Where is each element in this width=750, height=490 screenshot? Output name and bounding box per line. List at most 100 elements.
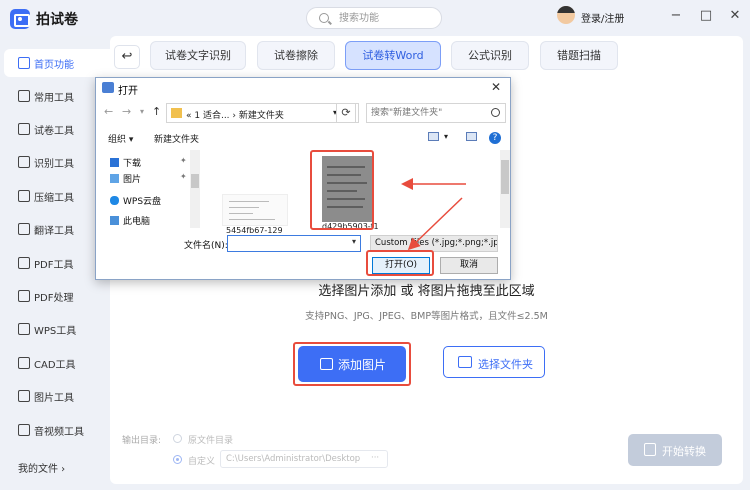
scan-icon (18, 156, 30, 168)
tab-formula-recognition[interactable]: 公式识别 (451, 41, 529, 70)
tab-exam-text-recognition[interactable]: 试卷文字识别 (150, 41, 246, 70)
app-name: 拍试卷 (36, 12, 78, 28)
close-button[interactable]: ✕ (725, 6, 745, 26)
organize-menu[interactable]: 组织 ▾ (108, 132, 133, 145)
filename-input[interactable] (227, 235, 361, 252)
my-files-link[interactable]: 我的文件 › (18, 460, 65, 475)
view-dropdown-icon[interactable]: ▾ (444, 132, 448, 141)
dialog-close-button[interactable]: ✕ (491, 80, 501, 94)
drop-zone-title: 选择图片添加 或 将图片拖拽至此区域 (318, 284, 535, 299)
tree-item-label: WPS云盘 (123, 197, 162, 207)
convert-icon (644, 443, 656, 456)
tree-scroll-thumb[interactable] (191, 174, 199, 188)
files-scroll-thumb[interactable] (501, 160, 509, 194)
sidebar-item-label: 首页功能 (34, 60, 74, 71)
login-link[interactable]: 登录/注册 (581, 10, 624, 25)
video-icon (18, 424, 30, 436)
tree-item-label: 下载 (123, 159, 142, 169)
output-dir-label: 输出目录: (122, 436, 162, 446)
tree-item-wps-cloud[interactable]: WPS云盘 (110, 194, 161, 207)
help-icon[interactable]: ? (489, 132, 501, 144)
sidebar-item-pdf-process[interactable]: PDF处理 (4, 282, 116, 310)
source-dir-label: 原文件目录 (188, 436, 234, 446)
custom-dir-label: 自定义 (188, 457, 216, 467)
sidebar-item-label: PDF工具 (34, 260, 74, 271)
tree-item-label: 此电脑 (123, 217, 151, 227)
source-dir-radio[interactable] (173, 434, 182, 443)
sidebar-item-home[interactable]: 首页功能 (4, 49, 116, 77)
address-path: « 1 适合... › 新建文件夹 (186, 111, 284, 121)
sidebar-item-label: 翻译工具 (34, 226, 74, 237)
tree-item-label: 图片 (123, 175, 142, 185)
file-thumbnail[interactable] (222, 194, 288, 226)
tab-exam-erase[interactable]: 试卷擦除 (257, 41, 335, 70)
folder-icon (171, 108, 182, 118)
nav-back-icon[interactable]: ← (104, 105, 113, 118)
sidebar-item-label: PDF处理 (34, 293, 74, 304)
view-mode-icon[interactable] (428, 132, 439, 141)
address-bar[interactable]: « 1 适合... › 新建文件夹 ▾ (166, 103, 359, 123)
sidebar-item-image-tools[interactable]: 图片工具 (4, 382, 116, 410)
avatar[interactable] (557, 6, 575, 24)
files-scrollbar[interactable] (500, 150, 510, 228)
select-folder-button[interactable]: 选择文件夹 (443, 346, 545, 378)
preview-pane-icon[interactable] (466, 132, 477, 141)
nav-recent-icon[interactable]: ▾ (140, 107, 144, 116)
sidebar-item-label: 试卷工具 (34, 126, 74, 137)
exam-icon (18, 123, 30, 135)
sidebar-item-cad-tools[interactable]: CAD工具 (4, 349, 116, 377)
start-convert-label: 开始转换 (662, 445, 706, 458)
search-box[interactable] (306, 7, 442, 29)
tree-item-pictures[interactable]: 图片 (110, 172, 141, 185)
filename-row: 文件名(N): ▾ Custom Files (*.jpg;*.png;*.jp (96, 232, 510, 254)
layers-icon (18, 90, 30, 102)
refresh-button[interactable]: ⟳ (336, 103, 356, 123)
minimize-button[interactable]: − (666, 6, 686, 26)
tab-wrong-question-scan[interactable]: 错题扫描 (540, 41, 618, 70)
sidebar-item-video-tools[interactable]: 音视频工具 (4, 416, 116, 444)
cad-icon (18, 357, 30, 369)
dialog-toolbar: 组织 ▾ 新建文件夹 ▾ ? (96, 128, 510, 148)
cancel-button[interactable]: 取消 (440, 257, 498, 274)
output-path-field[interactable]: C:\Users\Administrator\Desktop ··· (220, 450, 388, 468)
dialog-title-bar: 打开 ✕ (96, 78, 510, 98)
dialog-search-box[interactable] (366, 103, 506, 123)
sidebar-item-label: CAD工具 (34, 360, 76, 371)
filetype-value: Custom Files (*.jpg;*.png;*.jp (375, 238, 498, 248)
sidebar-item-wps-tools[interactable]: WPS工具 (4, 315, 116, 343)
picture-icon (110, 174, 119, 183)
tree-item-downloads[interactable]: 下载 (110, 156, 141, 169)
new-folder-button[interactable]: 新建文件夹 (154, 132, 199, 145)
filename-dropdown-icon[interactable]: ▾ (352, 237, 356, 246)
custom-dir-radio[interactable] (173, 455, 182, 464)
home-icon (18, 57, 30, 69)
computer-icon (110, 216, 119, 225)
filename-label: 文件名(N): (184, 241, 228, 251)
dialog-search-input[interactable] (371, 106, 487, 120)
search-input[interactable] (339, 10, 435, 26)
title-bar: 拍试卷 登录/注册 − □ ✕ (0, 0, 750, 36)
browse-path-button[interactable]: ··· (371, 453, 379, 463)
tab-exam-to-word[interactable]: 试卷转Word (345, 41, 441, 70)
navigation-tree: 下载 ✦ 图片 ✦ WPS云盘 此电脑 (96, 150, 200, 228)
pin-icon: ✦ (180, 156, 187, 165)
tree-item-this-pc[interactable]: 此电脑 (110, 214, 150, 227)
app-logo-icon (10, 9, 30, 29)
sidebar-item-label: 图片工具 (34, 393, 74, 404)
output-path-value: C:\Users\Administrator\Desktop (226, 454, 361, 464)
back-arrow-icon: ↩ (121, 49, 133, 64)
sidebar: 首页功能 常用工具 试卷工具 识别工具 压缩工具 翻译工具 PDF工具 PDF处… (0, 36, 116, 490)
sidebar-item-label: 压缩工具 (34, 193, 74, 204)
cloud-icon (110, 196, 119, 205)
annotation-highlight-open-button (366, 250, 434, 276)
search-icon (491, 108, 500, 117)
start-convert-button[interactable]: 开始转换 (628, 434, 722, 466)
nav-forward-icon[interactable]: → (122, 105, 131, 118)
search-icon (319, 13, 329, 23)
refresh-icon: ⟳ (341, 106, 351, 119)
wps-icon (18, 323, 30, 335)
back-button[interactable]: ↩ (114, 45, 140, 69)
maximize-button[interactable]: □ (696, 6, 716, 26)
nav-up-icon[interactable]: ↑ (152, 105, 161, 118)
tree-scrollbar[interactable] (190, 150, 200, 228)
